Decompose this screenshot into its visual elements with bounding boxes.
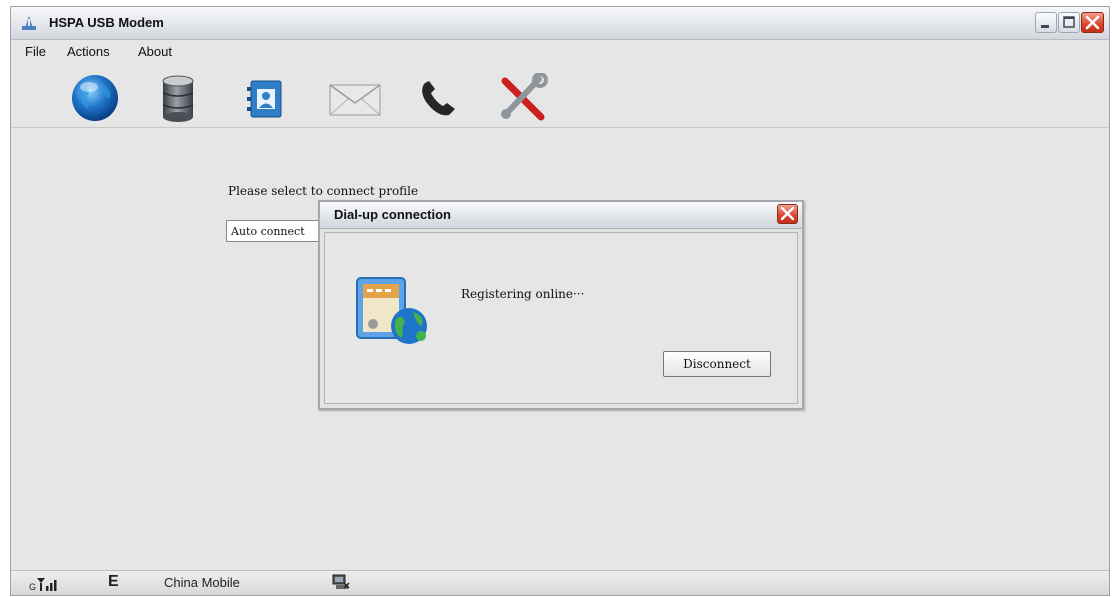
network-type: E [108,573,119,590]
dialup-dialog: Dial-up connection Registering online···… [318,200,804,410]
globe-icon [72,75,118,121]
close-button[interactable] [1081,12,1104,33]
call-button[interactable] [413,73,465,123]
menu-bar: File Actions About [11,40,1109,62]
dialog-title: Dial-up connection [334,207,451,222]
data-button[interactable] [153,73,205,123]
svg-text:G: G [29,582,36,592]
phone-icon [422,81,455,116]
menu-about[interactable]: About [138,44,172,59]
disconnect-button-label: Disconnect [683,357,751,371]
tools-icon [501,72,548,121]
close-icon [1085,15,1100,30]
dialup-connection-icon [356,277,427,344]
profile-prompt: Please select to connect profile [228,184,419,198]
dialog-body: Registering online··· Disconnect [324,232,798,404]
carrier-name: China Mobile [164,575,240,590]
settings-button[interactable] [495,72,548,123]
close-icon [780,206,795,221]
minimize-icon [1041,25,1049,28]
title-bar[interactable]: HSPA USB Modem [11,7,1109,40]
dialog-title-bar[interactable]: Dial-up connection [320,202,802,229]
window-title: HSPA USB Modem [49,15,164,30]
main-content: Please select to connect profile Auto co… [11,128,1109,571]
dialog-close-button[interactable] [777,204,798,224]
signal-strength-icon: G [29,578,57,592]
envelope-icon [329,84,381,116]
network-link-icon [332,574,350,589]
internet-button[interactable] [69,73,121,123]
app-window: HSPA USB Modem File Actions About Please… [10,6,1110,596]
disconnect-button[interactable]: Disconnect [663,351,771,377]
contacts-icon [247,80,282,118]
database-icon [162,75,194,122]
app-icon [22,16,36,30]
messages-button[interactable] [326,73,381,123]
menu-actions[interactable]: Actions [67,44,110,59]
maximize-icon [1063,16,1075,28]
minimize-button[interactable] [1035,12,1057,33]
toolbar [11,63,1109,128]
dialog-status-message: Registering online··· [461,287,585,301]
menu-file[interactable]: File [25,44,46,59]
maximize-button[interactable] [1058,12,1080,33]
status-bar: G E China Mobile [11,570,1109,595]
contacts-button[interactable] [239,73,291,123]
